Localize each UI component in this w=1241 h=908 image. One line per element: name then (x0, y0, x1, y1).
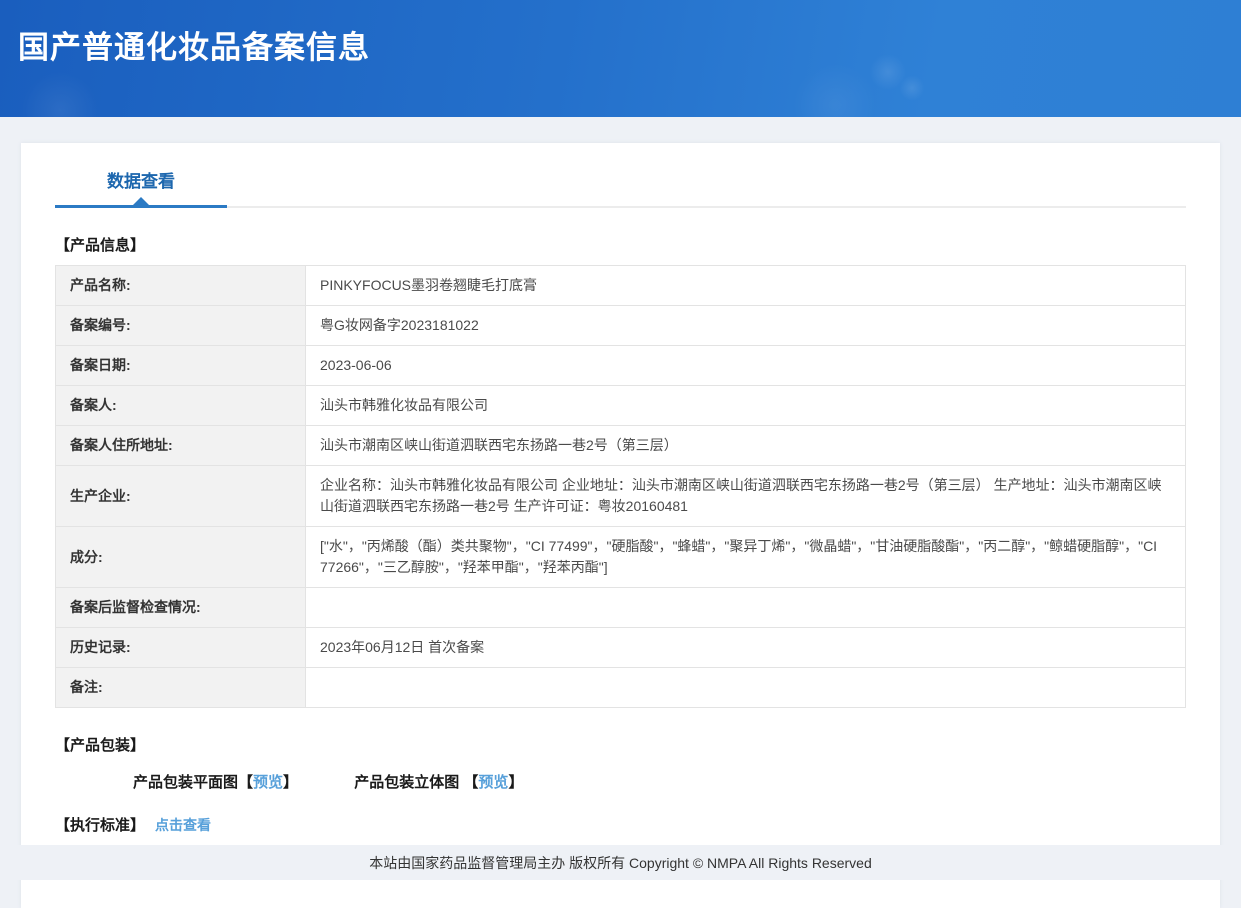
row-label: 产品名称: (55, 265, 306, 306)
table-row: 备注: (55, 667, 1186, 708)
packaging-3d-preview-link[interactable]: 预览 (478, 774, 508, 791)
table-row: 成分: ["水"，"丙烯酸（酯）类共聚物"，"CI 77499"，"硬脂酸"，"… (55, 526, 1186, 588)
product-info-table: 产品名称: PINKYFOCUS墨羽卷翘睫毛打底膏 备案编号: 粤G妆网备字20… (55, 265, 1186, 708)
table-row: 产品名称: PINKYFOCUS墨羽卷翘睫毛打底膏 (55, 265, 1186, 306)
bracket-open: 【 (463, 774, 479, 791)
packaging-flat-preview-link[interactable]: 预览 (253, 774, 283, 791)
row-label: 备注: (55, 667, 306, 708)
main-content: 数据查看 【产品信息】 产品名称: PINKYFOCUS墨羽卷翘睫毛打底膏 备案… (0, 117, 1241, 908)
packaging-line: 产品包装平面图【预览】 产品包装立体图 【预览】 (133, 771, 1186, 792)
row-value: 企业名称：汕头市韩雅化妆品有限公司 企业地址：汕头市潮南区峡山街道泗联西宅东扬路… (305, 465, 1186, 527)
row-value (305, 587, 1186, 628)
tab-bar: 数据查看 (55, 143, 1186, 208)
bracket-close: 】 (508, 774, 524, 791)
standard-line: 【执行标准】 点击查看 (55, 814, 1186, 835)
table-row: 历史记录: 2023年06月12日 首次备案 (55, 627, 1186, 668)
row-value: 2023-06-06 (305, 345, 1186, 386)
content-card: 数据查看 【产品信息】 产品名称: PINKYFOCUS墨羽卷翘睫毛打底膏 备案… (21, 143, 1220, 908)
table-row: 备案日期: 2023-06-06 (55, 345, 1186, 386)
row-label: 备案后监督检查情况: (55, 587, 306, 628)
row-value: 2023年06月12日 首次备案 (305, 627, 1186, 668)
row-label: 备案日期: (55, 345, 306, 386)
table-row: 备案人住所地址: 汕头市潮南区峡山街道泗联西宅东扬路一巷2号（第三层） (55, 425, 1186, 466)
bracket-close: 】 (283, 774, 299, 791)
table-row: 备案后监督检查情况: (55, 587, 1186, 628)
row-label: 成分: (55, 526, 306, 588)
row-value: PINKYFOCUS墨羽卷翘睫毛打底膏 (305, 265, 1186, 306)
row-label: 生产企业: (55, 465, 306, 527)
row-value: ["水"，"丙烯酸（酯）类共聚物"，"CI 77499"，"硬脂酸"，"蜂蜡"，… (305, 526, 1186, 588)
row-value: 粤G妆网备字2023181022 (305, 305, 1186, 346)
standard-view-link[interactable]: 点击查看 (155, 817, 211, 833)
page-header: 国产普通化妆品备案信息 (0, 0, 1241, 117)
table-row: 生产企业: 企业名称：汕头市韩雅化妆品有限公司 企业地址：汕头市潮南区峡山街道泗… (55, 465, 1186, 527)
row-value (305, 667, 1186, 708)
footer-text: 本站由国家药品监督管理局主办 版权所有 Copyright © NMPA All… (369, 854, 872, 871)
packaging-item-3d: 产品包装立体图 【预览】 (354, 774, 523, 791)
row-value: 汕头市潮南区峡山街道泗联西宅东扬路一巷2号（第三层） (305, 425, 1186, 466)
row-label: 备案人住所地址: (55, 425, 306, 466)
page-title: 国产普通化妆品备案信息 (18, 30, 370, 65)
packaging-section-title: 【产品包装】 (55, 737, 146, 754)
standard-label: 【执行标准】 (55, 817, 146, 834)
packaging-item-flat: 产品包装平面图【预览】 (133, 774, 302, 791)
tab-data-view[interactable]: 数据查看 (55, 167, 227, 208)
row-label: 备案编号: (55, 305, 306, 346)
row-label: 历史记录: (55, 627, 306, 668)
row-value: 汕头市韩雅化妆品有限公司 (305, 385, 1186, 426)
table-row: 备案人: 汕头市韩雅化妆品有限公司 (55, 385, 1186, 426)
row-label: 备案人: (55, 385, 306, 426)
product-info-section-title: 【产品信息】 (55, 237, 146, 254)
packaging-3d-label: 产品包装立体图 (354, 774, 464, 791)
bracket-open: 【 (238, 774, 254, 791)
packaging-flat-label: 产品包装平面图 (133, 774, 239, 791)
table-row: 备案编号: 粤G妆网备字2023181022 (55, 305, 1186, 346)
page-footer: 本站由国家药品监督管理局主办 版权所有 Copyright © NMPA All… (0, 845, 1241, 880)
